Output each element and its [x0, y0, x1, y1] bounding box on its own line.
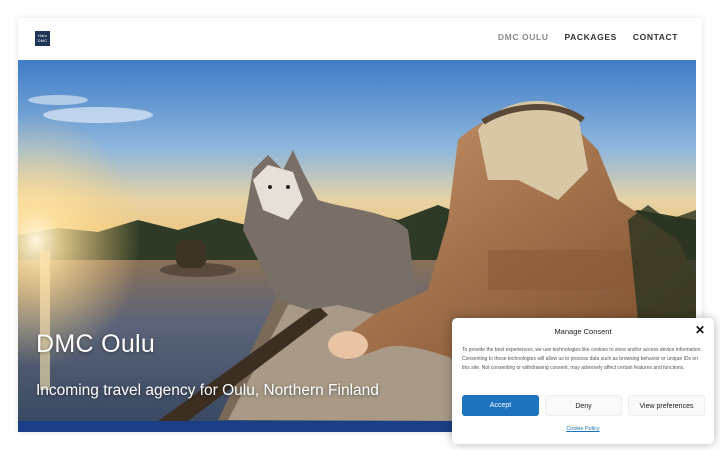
view-preferences-button[interactable]: View preferences	[628, 395, 705, 416]
cookie-policy-link[interactable]: Cookie Policy	[452, 426, 714, 432]
site-logo[interactable]: Halo DMC	[35, 31, 50, 46]
close-icon[interactable]: ✕	[695, 324, 705, 336]
nav-item-contact[interactable]: CONTACT	[633, 32, 678, 42]
site-header: Halo DMC DMC OULU PACKAGES CONTACT	[18, 18, 702, 60]
main-nav: DMC OULU PACKAGES CONTACT	[498, 32, 678, 42]
hero-subtitle: Incoming travel agency for Oulu, Norther…	[36, 382, 379, 399]
logo-line-2: DMC	[37, 38, 48, 43]
nav-item-packages[interactable]: PACKAGES	[565, 32, 617, 42]
nav-item-dmc-oulu[interactable]: DMC OULU	[498, 32, 549, 42]
deny-button[interactable]: Deny	[545, 395, 622, 416]
consent-text: To provide the best experiences, we use …	[462, 347, 702, 372]
consent-title: Manage Consent	[554, 327, 612, 336]
hero-title: DMC Oulu	[36, 330, 156, 358]
accept-button[interactable]: Accept	[462, 395, 539, 416]
cookie-consent-dialog: Manage Consent ✕ To provide the best exp…	[452, 318, 714, 444]
